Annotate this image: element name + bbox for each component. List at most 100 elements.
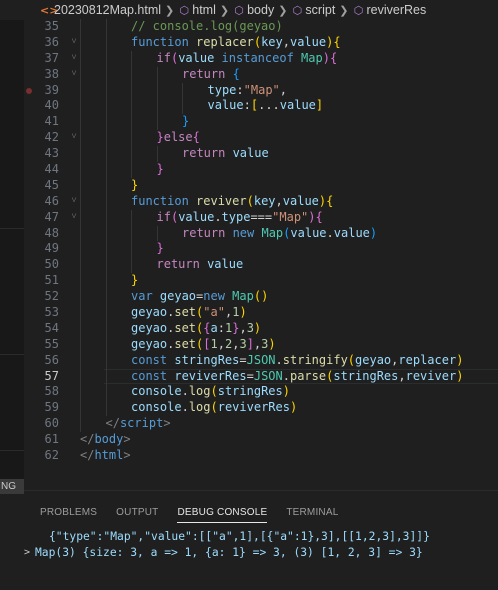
code-line[interactable]: 60 </script> <box>24 416 498 433</box>
code-token: , <box>239 320 247 335</box>
code-token: : <box>236 82 244 97</box>
fold-chevron-icon[interactable]: ˅ <box>68 51 80 67</box>
code-line[interactable]: 42 ˅}else{ <box>24 130 498 147</box>
code-line[interactable]: 54 geyao.set({a:1},3) <box>24 320 498 337</box>
indent-guide <box>131 209 132 226</box>
tab-output[interactable]: OUTPUT <box>116 507 158 523</box>
code-line[interactable]: 48 return new Map(value.value) <box>24 225 498 242</box>
code-line[interactable]: 38 ˅ return { <box>24 66 498 83</box>
line-number: 55 <box>44 336 59 351</box>
indent-guide <box>80 82 81 99</box>
fold-chevron-icon[interactable]: ˅ <box>68 130 80 146</box>
indent-guide <box>182 82 183 99</box>
indent-guide <box>80 241 81 258</box>
code-token: value <box>178 50 222 65</box>
code-line[interactable]: 44} <box>24 162 498 178</box>
indent-guide <box>80 98 81 115</box>
code-token: ) <box>268 336 276 351</box>
code-line[interactable]: 45} <box>24 177 498 194</box>
code-line[interactable]: 49} <box>24 241 498 258</box>
code-token: > <box>163 416 171 431</box>
code-token: value <box>232 146 269 161</box>
breadcrumb-item-reviverres[interactable]: ⬡ reviverRes <box>353 3 427 17</box>
code-token: "Map" <box>272 209 309 224</box>
code-token: console <box>131 384 182 399</box>
indent-guide <box>80 177 81 194</box>
code-text: } <box>157 241 164 257</box>
code-line[interactable]: 50 return value <box>24 257 498 274</box>
code-editor[interactable]: 35 // console.log(geyao) 36 ˅ function repla… <box>24 19 498 463</box>
console-line[interactable]: {"type":"Map","value":[["a",1],[{"a":1},… <box>24 529 498 545</box>
fold-chevron-icon[interactable]: ˅ <box>68 67 80 83</box>
code-token: : <box>243 98 251 113</box>
divider <box>0 354 24 355</box>
code-line[interactable]: 43 return value <box>24 146 498 163</box>
code-line[interactable]: 62 </html> <box>24 448 498 464</box>
tab-debug-console[interactable]: DEBUG CONSOLE <box>177 507 268 523</box>
code-line[interactable]: 57 const reviverRes=JSON.parse(stringRes,… <box>24 368 498 385</box>
code-line[interactable]: 47 ˅ if(value.type==="Map"){ <box>24 209 498 226</box>
code-text: // console.log(geyao) <box>131 19 283 35</box>
indent-guide <box>105 82 107 99</box>
indent-guide <box>105 352 107 369</box>
code-line[interactable]: 40 value:[...value] <box>24 98 498 115</box>
code-line[interactable]: 39 type:"Map", <box>24 82 498 99</box>
code-token: "a" <box>203 305 225 320</box>
console-line[interactable]: > Map(3) {size: 3, a => 1, {a: 1} => 3, (… <box>24 545 498 561</box>
code-token: value <box>290 225 327 240</box>
fold-chevron-icon[interactable]: ˅ <box>68 210 80 226</box>
breadcrumb-item-html[interactable]: ⬡ html <box>178 3 216 17</box>
code-text: const stringRes=JSON.stringify(geyao,rep… <box>131 353 463 369</box>
code-token: . <box>214 209 222 224</box>
code-line[interactable]: 41} <box>24 114 498 131</box>
code-token: return <box>156 257 208 272</box>
code-token: } <box>131 177 139 192</box>
indent-guide <box>131 130 132 147</box>
indent-guide <box>80 34 81 51</box>
tab-problems[interactable]: PROBLEMS <box>40 507 97 523</box>
code-token: type <box>221 209 251 224</box>
code-line[interactable]: 46 ˅ function reviver(key,value){ <box>24 193 498 210</box>
code-line[interactable]: 55 geyao.set([1,2,3],3) <box>24 336 498 353</box>
code-token: > <box>123 448 131 463</box>
tab-terminal[interactable]: TERMINAL <box>286 507 338 523</box>
code-token: parse <box>289 368 327 383</box>
code-token: { <box>326 193 334 208</box>
code-line[interactable]: 61 </body> <box>24 432 498 448</box>
code-token: const <box>131 368 175 383</box>
divider <box>0 450 24 451</box>
code-token: replacer <box>196 34 254 49</box>
indent-guide <box>80 162 81 178</box>
line-number: 47 <box>44 209 59 224</box>
code-line[interactable]: 58 console.log(stringRes) <box>24 384 498 401</box>
code-line[interactable]: 53 geyao.set("a",1) <box>24 305 498 321</box>
breadcrumb-item-label: html <box>192 3 216 17</box>
code-token: { <box>333 34 341 49</box>
indent-guide <box>131 98 132 115</box>
indent-guide <box>131 257 132 274</box>
expand-chevron-icon[interactable]: > <box>24 545 30 561</box>
code-token: JSON <box>253 368 283 383</box>
breadcrumb-file[interactable]: <> 20230812Map.html <box>40 3 161 17</box>
sidebar-tab[interactable]: NG <box>0 479 24 494</box>
code-line[interactable]: 59 console.log(reviverRes) <box>24 400 498 417</box>
breadcrumb-item-body[interactable]: ⬡ body <box>233 3 274 17</box>
code-line[interactable]: 56 const stringRes=JSON.stringify(geyao,r… <box>24 352 498 369</box>
code-line[interactable]: 37 ˅ if(value instanceof Map){ <box>24 50 498 67</box>
breadcrumb-item-script[interactable]: ⬡ script <box>291 3 336 17</box>
code-text: if(value instanceof Map){ <box>157 51 338 67</box>
code-token: : <box>217 320 225 335</box>
code-line[interactable]: 35 // console.log(geyao) <box>24 19 498 35</box>
code-token: geyao <box>355 352 392 367</box>
fold-chevron-icon[interactable]: ˅ <box>68 194 80 210</box>
code-token: () <box>253 289 269 304</box>
code-line[interactable]: 51} <box>24 273 498 290</box>
indent-guide <box>80 209 81 226</box>
indent-guide <box>80 416 81 433</box>
indent-guide <box>80 273 81 290</box>
code-line[interactable]: 36 ˅ function replacer(key,value){ <box>24 34 498 51</box>
breakpoint-hint-icon[interactable] <box>26 87 32 94</box>
fold-chevron-icon[interactable]: ˅ <box>68 35 80 51</box>
indent-guide <box>131 66 132 83</box>
code-line[interactable]: 52 var geyao=new Map() <box>24 289 498 306</box>
